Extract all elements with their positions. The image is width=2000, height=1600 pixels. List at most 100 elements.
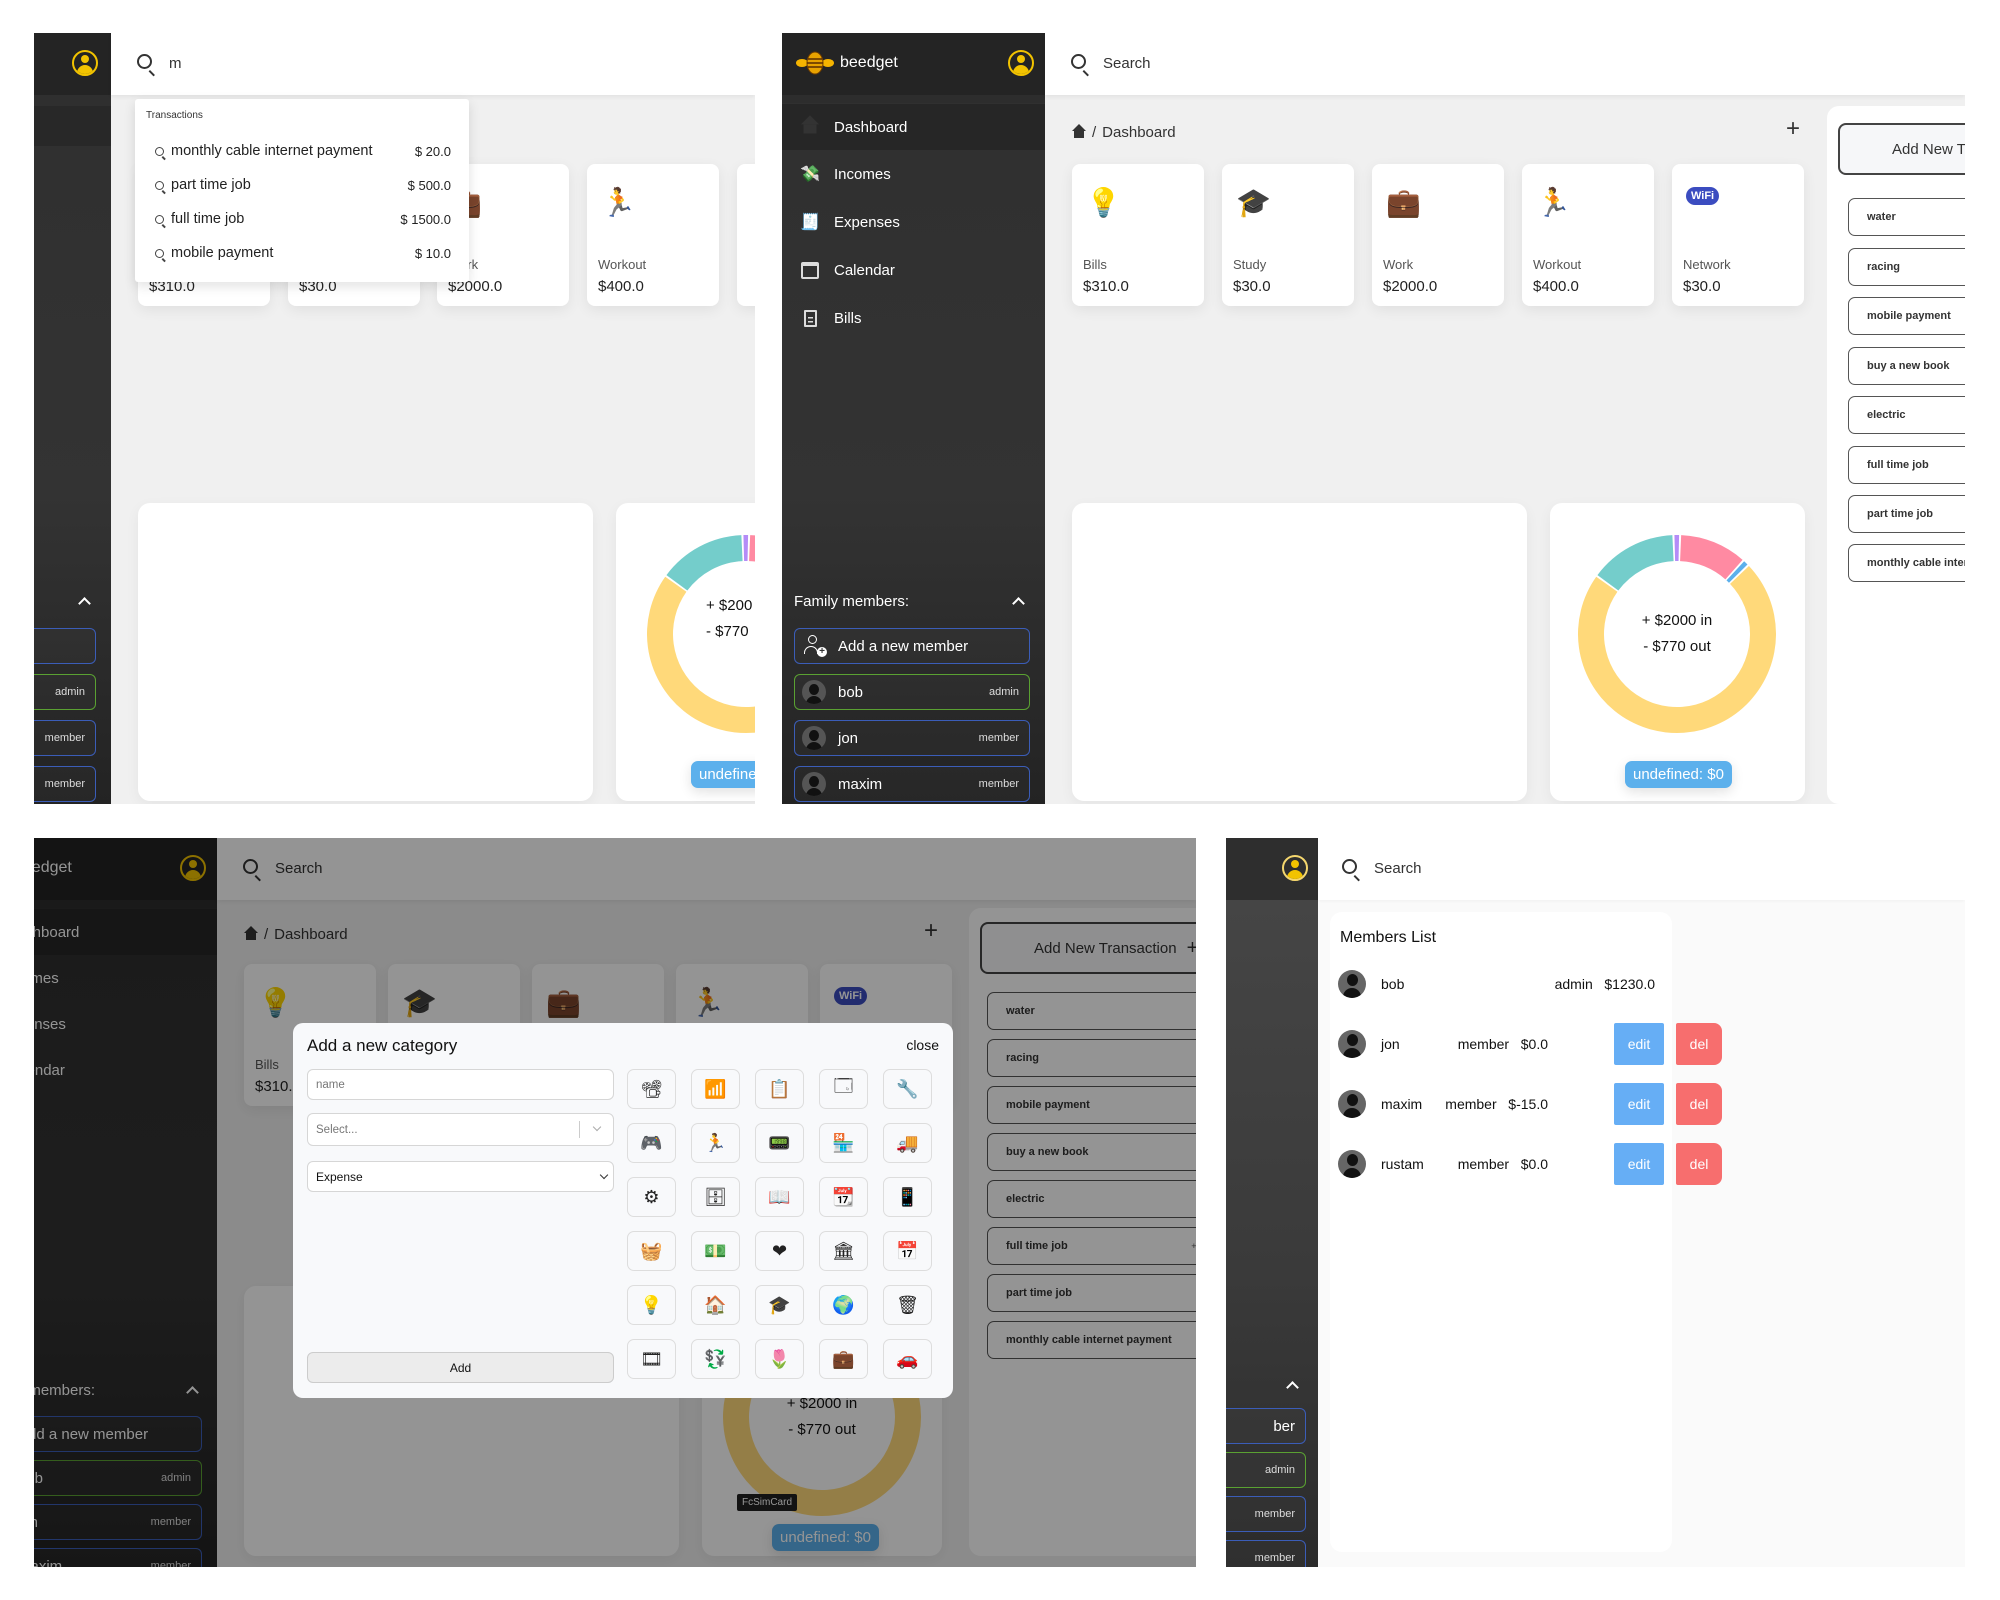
legend-undefined[interactable]: undefined: $0 <box>691 761 755 788</box>
member-item-jon[interactable]: member <box>1226 1496 1306 1532</box>
icon-option-film-reel-icon[interactable]: 🎞 <box>627 1339 676 1379</box>
edit-member-button[interactable]: edit <box>1614 1023 1664 1065</box>
add-member-button[interactable]: ber <box>1226 1408 1306 1444</box>
icon-option-idea-icon[interactable]: 💡 <box>627 1285 676 1325</box>
member-item-bob[interactable]: admin <box>1226 1452 1306 1488</box>
icon-option-money-transfer-icon[interactable]: 💵 <box>691 1231 740 1271</box>
member-item-maxim[interactable]: maximmember <box>794 766 1030 802</box>
close-button[interactable]: close <box>906 1037 939 1053</box>
category-card-work[interactable]: 💼 Work $2000.0 <box>1372 164 1504 306</box>
donut-slice-study[interactable] <box>743 535 749 562</box>
icon-option-paid-icon[interactable]: 🧺 <box>627 1231 676 1271</box>
icon-option-home-icon[interactable]: 🏠 <box>691 1285 740 1325</box>
chevron-up-icon[interactable] <box>78 597 91 610</box>
icon-select[interactable]: Select... <box>307 1113 614 1146</box>
nav-item-dashboard[interactable]: Dashboard <box>782 104 1045 150</box>
icon-option-shipped-icon[interactable]: 🚚 <box>883 1123 932 1163</box>
search-result-item[interactable]: part time job $ 500.0 <box>155 173 451 197</box>
search-input[interactable]: Search <box>1103 55 1151 72</box>
transaction-item[interactable]: water <box>1848 198 1965 236</box>
icon-option-steam-icon[interactable]: 🎮 <box>627 1123 676 1163</box>
icon-option-safe-icon[interactable]: 🗄 <box>691 1177 740 1217</box>
icon-option-projector-icon[interactable]: 📽 <box>627 1069 676 1109</box>
search-result-item[interactable]: full time job $ 1500.0 <box>155 207 451 231</box>
nav-item-incomes[interactable]: 💸 Incomes <box>782 151 1045 197</box>
category-card-workout[interactable]: 🏃 Workout $400.0 <box>1522 164 1654 306</box>
summary-card: + $2000 in - $770 out undefined: $0 <box>1550 503 1805 801</box>
category-card-bills[interactable]: 💡 Bills $310.0 <box>1072 164 1204 306</box>
icon-option-wifi-icon[interactable]: 📶 <box>691 1069 740 1109</box>
search-result-item[interactable]: mobile payment $ 10.0 <box>155 241 451 265</box>
user-profile-icon[interactable] <box>72 50 98 76</box>
legend-undefined[interactable]: undefined: $0 <box>1625 761 1732 788</box>
icon-option-like-icon[interactable]: ❤ <box>755 1231 804 1271</box>
icon-option-phone-icon[interactable]: 📱 <box>883 1177 932 1217</box>
edit-member-button[interactable]: edit <box>1614 1143 1664 1185</box>
add-member-button[interactable] <box>34 628 96 664</box>
add-category-button[interactable]: + <box>1786 115 1800 143</box>
icon-option-globe-icon[interactable]: 🌍 <box>819 1285 868 1325</box>
transaction-item[interactable]: electric <box>1848 396 1965 434</box>
type-select[interactable]: Expense <box>307 1161 614 1192</box>
nav-item-dashboard-active[interactable] <box>34 106 111 146</box>
user-profile-icon[interactable] <box>1282 855 1308 881</box>
icon-option-high-priority-icon[interactable]: 📅 <box>883 1231 932 1271</box>
member-item-jon[interactable]: member <box>34 720 96 756</box>
transaction-item[interactable]: full time job <box>1848 446 1965 484</box>
donut-slice-bills[interactable] <box>749 535 755 579</box>
home-icon[interactable] <box>1072 123 1086 139</box>
member-item-bob[interactable]: bobadmin <box>794 674 1030 710</box>
donut-slice-bills[interactable] <box>1680 535 1743 580</box>
icon-option-tulip-icon[interactable]: 🌷 <box>755 1339 804 1379</box>
member-item-maxim[interactable]: member <box>34 766 96 802</box>
icon-option-briefcase-icon[interactable]: 💼 <box>819 1339 868 1379</box>
icon-option-automotive-icon[interactable]: 🚗 <box>883 1339 932 1379</box>
icon-option-wrench-icon[interactable]: 🔧 <box>883 1069 932 1109</box>
donut-slice-work[interactable] <box>647 566 755 733</box>
search-input[interactable]: m <box>169 55 182 72</box>
add-transaction-button[interactable]: Add New Transaction <box>1838 123 1965 175</box>
user-profile-icon[interactable] <box>1008 50 1034 76</box>
edit-member-button[interactable]: edit <box>1614 1083 1664 1125</box>
icon-option-shop-icon[interactable]: 🏪 <box>819 1123 868 1163</box>
transaction-item[interactable]: buy a new book <box>1848 347 1965 385</box>
icon-option-layout-icon[interactable]: 🗔 <box>819 1069 868 1109</box>
category-card-network[interactable] <box>737 164 755 306</box>
category-name-input[interactable]: name <box>307 1069 614 1100</box>
category-card-study[interactable]: 🎓 Study $30.0 <box>1222 164 1354 306</box>
icon-option-settings-icon[interactable]: ⚙ <box>627 1177 676 1217</box>
donut-slice-study[interactable] <box>1674 535 1680 562</box>
transaction-item[interactable]: mobile payment <box>1848 297 1965 335</box>
icon-option-sim-card-icon[interactable]: 📟 <box>755 1123 804 1163</box>
delete-member-button[interactable]: del <box>1676 1143 1722 1185</box>
icon-option-currency-exchange-icon[interactable]: 💱 <box>691 1339 740 1379</box>
icon-option-graduation-cap-icon[interactable]: 🎓 <box>755 1285 804 1325</box>
icon-option-planner-icon[interactable]: 📆 <box>819 1177 868 1217</box>
nav-item-bills[interactable]: Bills <box>782 295 1045 341</box>
chevron-up-icon[interactable] <box>1286 1381 1299 1394</box>
member-item-maxim[interactable]: member <box>1226 1540 1306 1567</box>
search-input[interactable]: Search <box>1374 860 1422 877</box>
member-item-jon[interactable]: jonmember <box>794 720 1030 756</box>
category-card-workout[interactable]: 🏃 Workout $400.0 <box>587 164 719 306</box>
add-button[interactable]: Add <box>307 1352 614 1383</box>
delete-member-button[interactable]: del <box>1676 1083 1722 1125</box>
add-member-button[interactable]: + Add a new member <box>794 628 1030 664</box>
chevron-up-icon[interactable] <box>1012 597 1025 610</box>
transaction-item[interactable]: racing <box>1848 248 1965 286</box>
icon-option-list-icon[interactable]: 📋 <box>755 1069 804 1109</box>
nav-item-expenses[interactable]: 🧾 Expenses <box>782 199 1045 245</box>
search-result-item[interactable]: monthly cable internet payment $ 20.0 <box>155 139 451 163</box>
icon-option-empty-trash-icon[interactable]: 🗑 <box>883 1285 932 1325</box>
icon-option-reading-icon[interactable]: 📖 <box>755 1177 804 1217</box>
member-item-bob[interactable]: admin <box>34 674 96 710</box>
delete-member-button[interactable]: del <box>1676 1023 1722 1065</box>
nav-item-calendar[interactable]: Calendar <box>782 247 1045 293</box>
donut-slice-workout[interactable] <box>1597 535 1674 591</box>
donut-slice-workout[interactable] <box>666 535 743 591</box>
transaction-item[interactable]: monthly cable internet payment <box>1848 544 1965 582</box>
transaction-item[interactable]: part time job <box>1848 495 1965 533</box>
icon-option-library-icon[interactable]: 🏛 <box>819 1231 868 1271</box>
category-card-network[interactable]: WiFi Network $30.0 <box>1672 164 1804 306</box>
icon-option-runner-icon[interactable]: 🏃 <box>691 1123 740 1163</box>
